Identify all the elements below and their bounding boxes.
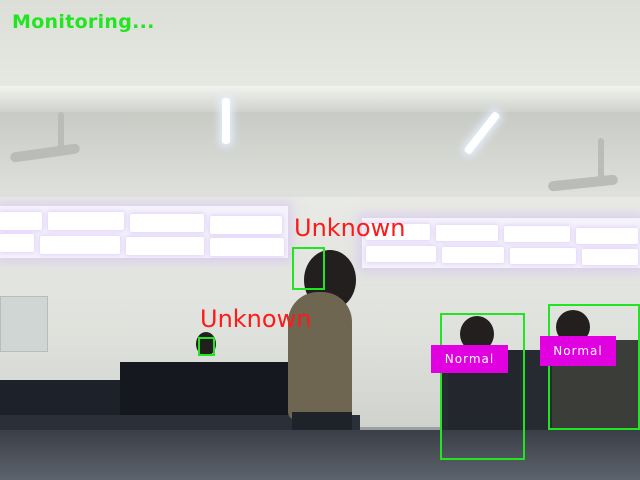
behavior-detection-box: [548, 304, 640, 430]
window-pane: [576, 228, 638, 244]
monitoring-status: Monitoring...: [12, 11, 155, 33]
window-pane: [442, 247, 504, 263]
camera-feed: Monitoring... Unknown Unknown Normal Nor…: [0, 0, 640, 480]
behavior-detection-box: [440, 313, 525, 460]
window-pane: [130, 214, 204, 232]
window-pane: [210, 238, 284, 256]
face-detection-label: Unknown: [294, 214, 406, 242]
ceiling-panel: [0, 112, 640, 197]
window-pane: [366, 246, 436, 262]
floor: [0, 430, 640, 480]
window-pane: [210, 216, 282, 234]
face-detection-box: [292, 247, 325, 290]
window-pane: [48, 212, 124, 230]
ceiling-fan: [598, 138, 604, 180]
window-pane: [582, 249, 638, 265]
window-pane: [40, 236, 120, 254]
face-detection-box: [198, 337, 215, 356]
ceiling-beam: [0, 86, 640, 112]
window-pane: [0, 234, 34, 252]
tube-light: [222, 98, 230, 144]
window-pane: [0, 212, 42, 230]
behavior-detection-tag: Normal: [540, 336, 616, 366]
window-pane: [504, 226, 570, 242]
window-pane: [510, 248, 576, 264]
window-pane: [126, 237, 204, 255]
window-pane: [436, 225, 498, 241]
notice-board: [0, 296, 48, 352]
ceiling-fan: [58, 112, 64, 152]
face-detection-label: Unknown: [200, 305, 312, 333]
behavior-detection-tag: Normal: [431, 345, 508, 373]
